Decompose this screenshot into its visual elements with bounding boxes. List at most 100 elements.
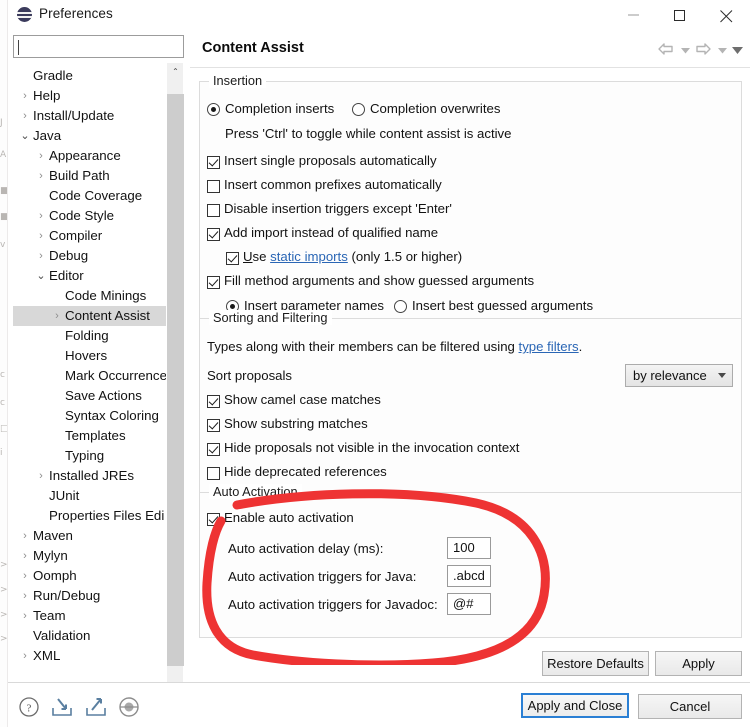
- export-icon[interactable]: [84, 696, 106, 718]
- chevron-down-icon[interactable]: ⌄: [19, 126, 31, 146]
- sidebar-item-appearance[interactable]: › Appearance: [13, 146, 166, 166]
- sidebar-item-mylyn[interactable]: › Mylyn: [13, 546, 166, 566]
- label-show-camel-case: Show camel case matches: [224, 392, 381, 407]
- sidebar-item-syntax-coloring[interactable]: Syntax Coloring: [13, 406, 166, 426]
- checkbox-fill-method-arguments[interactable]: [207, 276, 220, 289]
- svg-text:?: ?: [27, 703, 32, 715]
- sidebar-item-build-path[interactable]: › Build Path: [13, 166, 166, 186]
- scrollbar-thumb[interactable]: [167, 94, 184, 666]
- sidebar-item-label: Oomph: [33, 568, 77, 583]
- input-auto-activation-delay[interactable]: 100: [447, 537, 491, 559]
- sort-proposals-label: Sort proposals: [207, 368, 293, 383]
- chevron-right-icon[interactable]: ›: [35, 226, 47, 246]
- minimize-button[interactable]: [612, 0, 658, 29]
- maximize-button[interactable]: [658, 0, 704, 29]
- sidebar-item-label: Save Actions: [65, 388, 142, 403]
- chevron-right-icon[interactable]: ›: [19, 586, 31, 606]
- sidebar-item-install-update[interactable]: › Install/Update: [13, 106, 166, 126]
- checkbox-insert-common-prefixes[interactable]: [207, 180, 220, 193]
- input-triggers-javadoc[interactable]: @#: [447, 593, 491, 615]
- checkbox-hide-deprecated[interactable]: [207, 467, 220, 480]
- chevron-right-icon[interactable]: ›: [35, 206, 47, 226]
- sorting-group-title: Sorting and Filtering: [209, 310, 332, 325]
- chevron-right-icon[interactable]: ›: [35, 466, 47, 486]
- sidebar-item-oomph[interactable]: › Oomph: [13, 566, 166, 586]
- apply-and-close-button[interactable]: Apply and Close: [521, 693, 629, 718]
- help-icon[interactable]: ?: [18, 696, 40, 718]
- sidebar-item-help[interactable]: › Help: [13, 86, 166, 106]
- sidebar-item-properties-files-edi[interactable]: Properties Files Edi: [13, 506, 166, 526]
- static-imports-link[interactable]: static imports: [270, 249, 348, 264]
- tree-vertical-scrollbar[interactable]: ⌃ ⌄: [166, 63, 184, 701]
- checkbox-show-substring[interactable]: [207, 419, 220, 432]
- radio-insert-best-guessed[interactable]: [394, 300, 407, 313]
- sort-proposals-select[interactable]: by relevance: [625, 364, 733, 387]
- sidebar-item-compiler[interactable]: › Compiler: [13, 226, 166, 246]
- sidebar-item-hovers[interactable]: Hovers: [13, 346, 166, 366]
- chevron-right-icon[interactable]: ›: [35, 246, 47, 266]
- chevron-right-icon[interactable]: ›: [19, 606, 31, 626]
- sidebar-item-content-assist[interactable]: › Content Assist: [13, 306, 166, 326]
- chevron-right-icon[interactable]: ›: [35, 146, 47, 166]
- forward-dropdown-icon[interactable]: [716, 41, 729, 61]
- sort-proposals-value: by relevance: [633, 368, 707, 383]
- sidebar-item-code-style[interactable]: › Code Style: [13, 206, 166, 226]
- sidebar-item-typing[interactable]: Typing: [13, 446, 166, 466]
- sidebar-item-templates[interactable]: Templates: [13, 426, 166, 446]
- chevron-right-icon[interactable]: ›: [19, 646, 31, 666]
- preferences-tree[interactable]: Gradle › Help › Install/Update ⌄ Java › Appearan…: [13, 63, 184, 701]
- chevron-right-icon[interactable]: ›: [19, 86, 31, 106]
- sidebar-item-save-actions[interactable]: Save Actions: [13, 386, 166, 406]
- checkbox-show-camel-case[interactable]: [207, 395, 220, 408]
- chevron-right-icon[interactable]: ›: [19, 566, 31, 586]
- import-icon[interactable]: [50, 696, 72, 718]
- sidebar-item-code-coverage[interactable]: Code Coverage: [13, 186, 166, 206]
- checkbox-use-static-imports[interactable]: [226, 252, 239, 265]
- sidebar-item-maven[interactable]: › Maven: [13, 526, 166, 546]
- input-triggers-java[interactable]: .abcd: [447, 565, 491, 587]
- restore-defaults-button[interactable]: Restore Defaults: [542, 651, 649, 676]
- filter-input[interactable]: [13, 35, 184, 58]
- sidebar-item-label: Build Path: [49, 168, 110, 183]
- sidebar-item-validation[interactable]: Validation: [13, 626, 166, 646]
- back-arrow-icon[interactable]: [657, 41, 677, 61]
- radio-completion-inserts[interactable]: [207, 103, 220, 116]
- cancel-button[interactable]: Cancel: [638, 694, 742, 719]
- sidebar-item-run-debug[interactable]: › Run/Debug: [13, 586, 166, 606]
- text-caret: [18, 40, 19, 55]
- type-filters-link[interactable]: type filters: [519, 339, 579, 354]
- close-icon[interactable]: [704, 0, 750, 29]
- scroll-up-icon[interactable]: ⌃: [167, 63, 184, 80]
- sidebar-item-junit[interactable]: JUnit: [13, 486, 166, 506]
- chevron-right-icon[interactable]: ›: [19, 526, 31, 546]
- checkbox-add-import[interactable]: [207, 228, 220, 241]
- static-imports-mnemonic: U: [243, 249, 253, 264]
- checkbox-disable-insertion-triggers[interactable]: [207, 204, 220, 217]
- sidebar-item-editor[interactable]: ⌄ Editor: [13, 266, 166, 286]
- checkbox-insert-single-proposals[interactable]: [207, 156, 220, 169]
- chevron-down-icon[interactable]: ⌄: [35, 266, 47, 286]
- sidebar-item-team[interactable]: › Team: [13, 606, 166, 626]
- sidebar-item-code-minings[interactable]: Code Minings: [13, 286, 166, 306]
- sidebar-item-mark-occurrence[interactable]: Mark Occurrence: [13, 366, 167, 386]
- forward-arrow-icon[interactable]: [694, 41, 714, 61]
- sidebar-item-gradle[interactable]: Gradle: [13, 66, 166, 86]
- checkbox-hide-proposals-not-visible[interactable]: [207, 443, 220, 456]
- settings-icon[interactable]: [118, 696, 140, 718]
- sidebar-item-debug[interactable]: › Debug: [13, 246, 166, 266]
- sidebar-item-installed-jres[interactable]: › Installed JREs: [13, 466, 166, 486]
- radio-completion-overwrites[interactable]: [352, 103, 365, 116]
- auto-activation-group-title: Auto Activation: [209, 484, 302, 499]
- checkbox-enable-auto-activation[interactable]: [207, 513, 220, 526]
- sidebar-item-label: Team: [33, 608, 66, 623]
- chevron-right-icon[interactable]: ›: [35, 166, 47, 186]
- chevron-right-icon[interactable]: ›: [19, 546, 31, 566]
- sidebar-item-folding[interactable]: Folding: [13, 326, 166, 346]
- chevron-right-icon[interactable]: ›: [51, 306, 63, 326]
- chevron-right-icon[interactable]: ›: [19, 106, 31, 126]
- back-dropdown-icon[interactable]: [679, 41, 692, 61]
- view-menu-icon[interactable]: [731, 41, 744, 61]
- sidebar-item-java[interactable]: ⌄ Java: [13, 126, 166, 146]
- sidebar-item-xml[interactable]: › XML: [13, 646, 166, 666]
- apply-button[interactable]: Apply: [655, 651, 742, 676]
